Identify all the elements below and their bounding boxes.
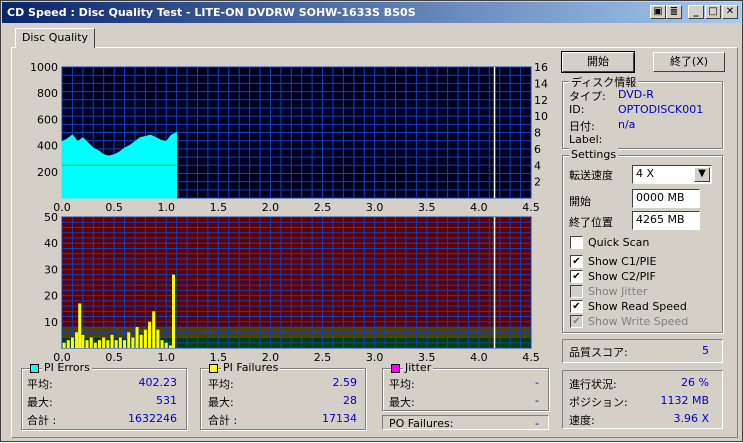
pi-failures-total: 17134 [322,412,357,425]
quick-scan-checkbox[interactable] [570,236,583,249]
jitter-max-label: 最大: [389,396,415,409]
speed-label: 転送速度 [569,169,613,182]
po-failures-value: - [535,417,539,430]
show-write-checkbox: ✔ [570,315,583,328]
jitter-title: Jitter [403,361,434,374]
current-speed-label: 速度: [569,414,595,427]
pi-errors-swatch [30,364,39,373]
speed-select[interactable]: 4 X ▼ [632,165,712,184]
progress-label: 進行状況: [569,378,617,391]
pi-errors-total: 1632246 [128,412,177,425]
show-c1-checkbox[interactable]: ✔ [570,255,583,268]
window-title: CD Speed : Disc Quality Test - LITE-ON D… [7,6,416,19]
jitter-avg: - [535,376,539,389]
show-c1-label: Show C1/PIE [588,255,657,268]
pi-errors-avg: 402.23 [138,376,178,389]
end-pos-input[interactable]: 4265 MB [632,211,700,230]
pi-failures-avg: 2.59 [332,376,358,389]
pi-errors-title: PI Errors [42,361,92,374]
pi-failures-max-label: 最大: [208,396,234,409]
show-jitter-checkbox [570,285,583,298]
app-window: CD Speed : Disc Quality Test - LITE-ON D… [0,0,743,442]
show-jitter-label: Show Jitter [588,285,648,298]
show-write-label: Show Write Speed [588,315,689,328]
type-label: タイプ: [569,90,606,103]
restore-icon[interactable]: ▣ [650,5,666,19]
current-speed-value: 3.96 X [673,412,709,425]
start-button[interactable]: 開始 [561,51,635,73]
jitter-avg-label: 平均: [389,378,415,391]
pi-errors-max: 531 [156,394,177,407]
show-read-checkbox[interactable]: ✔ [570,300,583,313]
end-pos-label: 終了位置 [569,216,613,229]
info-icon[interactable]: ≣ [666,5,682,19]
id-label: ID: [569,103,585,116]
title-bar[interactable]: CD Speed : Disc Quality Test - LITE-ON D… [2,2,741,23]
maximize-button[interactable]: □ [705,5,721,19]
show-c2-label: Show C2/PIF [588,270,656,283]
type-value: DVD-R [618,88,654,101]
position-value: 1132 MB [660,394,709,407]
date-value: n/a [618,118,636,131]
id-value: OPTODISCK001 [618,103,704,116]
show-read-label: Show Read Speed [588,300,687,313]
settings-title: Settings [569,148,619,161]
tab-disc-quality[interactable]: Disc Quality [15,28,95,48]
jitter-max: - [535,394,539,407]
pi-errors-max-label: 最大: [27,396,53,409]
exit-button[interactable]: 終了(X) [653,52,725,72]
start-pos-label: 開始 [569,195,591,208]
speed-select-value: 4 X [636,167,655,180]
disc-label-label: Label: [569,133,603,146]
date-label: 日付: [569,120,595,133]
pi-errors-total-label: 合計 : [27,414,57,427]
chevron-down-icon[interactable]: ▼ [694,167,710,182]
minimize-button[interactable]: _ [688,5,704,19]
pi-errors-avg-label: 平均: [27,378,53,391]
pi-failures-max: 28 [343,394,357,407]
pi-failures-title: PI Failures [221,361,281,374]
progress-value: 26 % [681,376,709,389]
position-label: ポジション: [569,396,628,409]
po-failures-label: PO Failures: [389,417,454,430]
jitter-swatch [391,364,400,373]
quality-score-label: 品質スコア: [569,346,628,359]
start-pos-input[interactable]: 0000 MB [632,189,700,208]
pi-failures-swatch [209,364,218,373]
quick-scan-label: Quick Scan [588,236,650,249]
pi-failures-total-label: 合計 : [208,414,238,427]
quality-score-value: 5 [702,344,709,357]
pi-failures-avg-label: 平均: [208,378,234,391]
close-button[interactable]: ✕ [722,5,738,19]
show-c2-checkbox[interactable]: ✔ [570,270,583,283]
